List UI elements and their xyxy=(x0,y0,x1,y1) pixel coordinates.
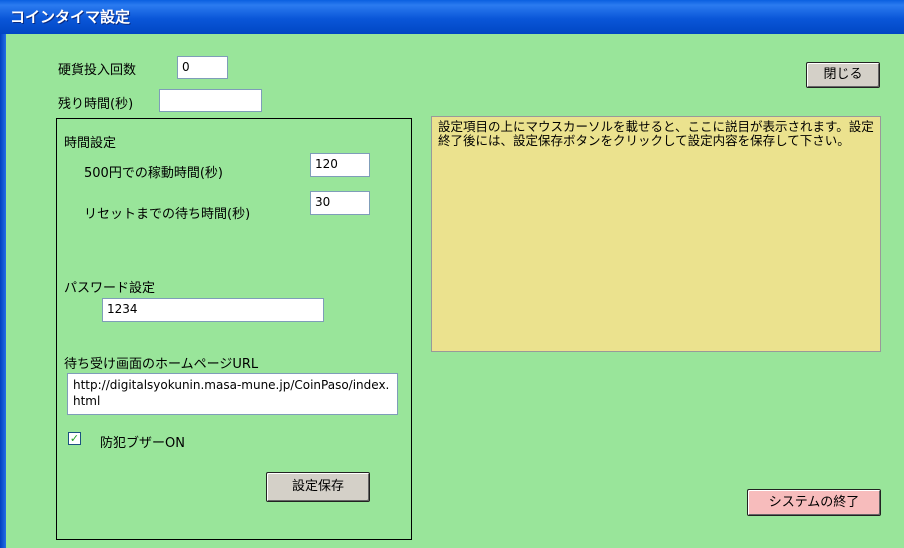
exit-system-button[interactable]: システムの終了 xyxy=(747,489,881,516)
homepage-label: 待ち受け画面のホームページURL xyxy=(64,357,259,372)
password-label: パスワード設定 xyxy=(64,281,156,296)
run-time-label: 500円での稼動時間(秒) xyxy=(84,166,223,181)
buzzer-label: 防犯ブザーON xyxy=(100,436,185,451)
client-area: 硬貨投入回数 0 残り時間(秒) 閉じる 時間設定 500円での稼動時間(秒) … xyxy=(6,34,904,548)
run-time-field[interactable]: 120 xyxy=(310,153,370,177)
window-title: コインタイマ設定 xyxy=(10,8,131,26)
help-text-panel: 設定項目の上にマウスカーソルを載せると、ここに説目が表示されます。設定終了後には… xyxy=(431,116,881,352)
remaining-time-label: 残り時間(秒) xyxy=(58,97,134,112)
coin-count-field[interactable]: 0 xyxy=(177,56,228,79)
reset-wait-field[interactable]: 30 xyxy=(310,191,370,215)
coin-count-label: 硬貨投入回数 xyxy=(58,63,137,78)
password-field[interactable]: 1234 xyxy=(102,298,324,322)
save-settings-button[interactable]: 設定保存 xyxy=(266,472,370,502)
reset-wait-label: リセットまでの待ち時間(秒) xyxy=(84,207,251,222)
buzzer-checkbox[interactable]: ✓ xyxy=(68,432,81,445)
close-button[interactable]: 閉じる xyxy=(806,62,880,88)
remaining-time-field[interactable] xyxy=(159,89,262,112)
title-bar: コインタイマ設定 xyxy=(0,0,904,34)
time-settings-heading: 時間設定 xyxy=(64,136,117,151)
help-text: 設定項目の上にマウスカーソルを載せると、ここに説目が表示されます。設定終了後には… xyxy=(438,119,874,148)
homepage-url-field[interactable]: http://digitalsyokunin.masa-mune.jp/Coin… xyxy=(67,373,398,415)
